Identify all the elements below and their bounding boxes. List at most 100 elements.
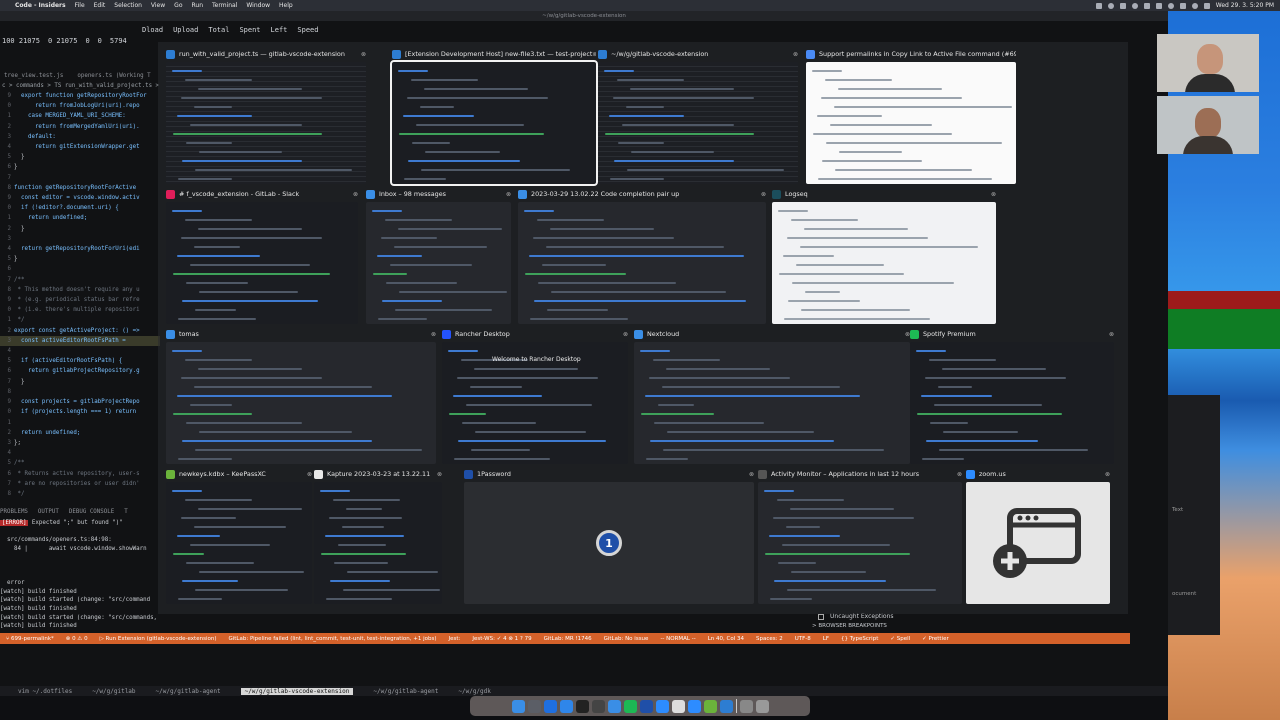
window-thumbnail[interactable]: run_with_valid_project.ts — gitlab-vscod… — [166, 48, 366, 184]
tab-terminal[interactable]: T — [124, 508, 128, 519]
code-line[interactable]: 0 return fromJobLogUri(uri).repo — [0, 101, 160, 111]
code-line[interactable]: 8 — [0, 387, 160, 397]
code-line[interactable]: 4 return getRepositoryRootForUri(edi — [0, 244, 160, 254]
finder-icon[interactable] — [511, 699, 525, 713]
app-icon[interactable] — [559, 699, 573, 713]
window-thumbnail[interactable]: # f_vscode_extension - GitLab - Slack ⊗ — [166, 188, 358, 324]
tmux-tab[interactable]: ~/w/g/gitlab-vscode-extension — [240, 687, 354, 695]
trash-icon[interactable] — [755, 699, 769, 713]
app-icon[interactable] — [655, 699, 669, 713]
tab-output[interactable]: OUTPUT — [38, 508, 59, 519]
close-window-icon[interactable]: ⊗ — [437, 471, 442, 478]
window-thumbnail[interactable]: Rancher Desktop ⊗ Welcome to Rancher Deskt… — [442, 328, 628, 464]
close-window-icon[interactable]: ⊗ — [623, 331, 628, 338]
wifi-icon[interactable] — [1167, 2, 1174, 9]
close-window-icon[interactable]: ⊗ — [431, 331, 436, 338]
close-window-icon[interactable]: ⊗ — [1109, 331, 1114, 338]
code-line[interactable]: 9 const projects = gitlabProjectRepo — [0, 397, 160, 407]
tab-problems[interactable]: PROBLEMS — [0, 508, 28, 519]
window-thumbnail[interactable]: newkeys.kdbx – KeePassXC ⊗ — [166, 468, 312, 604]
editor-tab[interactable]: openers.ts (Working T — [77, 71, 150, 81]
close-window-icon[interactable]: ⊗ — [307, 471, 312, 478]
window-thumbnail[interactable]: zoom.us ⊗ — [966, 468, 1110, 604]
menu-window[interactable]: Window — [246, 2, 270, 9]
code-line[interactable]: 5/** — [0, 458, 160, 468]
zoom-icon[interactable] — [687, 699, 701, 713]
window-thumbnail[interactable]: 1Password ⊗ 1 — [464, 468, 754, 604]
close-window-icon[interactable]: ⊗ — [957, 471, 962, 478]
close-window-icon[interactable]: ⊗ — [506, 191, 511, 198]
code-line[interactable]: 9 * (e.g. periodical status bar refre — [0, 295, 160, 305]
code-line[interactable]: 6 return gitlabProjectRepository.g — [0, 366, 160, 376]
code-line[interactable]: 3 — [0, 234, 160, 244]
app-menu[interactable]: Code - Insiders — [15, 2, 66, 9]
keepassxc-icon[interactable] — [703, 699, 717, 713]
code-line[interactable]: 4 — [0, 346, 160, 356]
window-thumbnail[interactable]: Kapture 2023-03-23 at 13.22.11 ⊗ — [314, 468, 442, 604]
menu-terminal[interactable]: Terminal — [212, 2, 237, 9]
code-line[interactable]: 5 } — [0, 152, 160, 162]
code-line[interactable]: 3 const activeEditorRootFsPath = — [0, 335, 160, 347]
code-line[interactable]: 1 case MERGED_YAML_URI_SCHEME: — [0, 111, 160, 121]
tmux-tab[interactable]: ~/w/g/gitlab — [92, 688, 135, 695]
code-line[interactable]: 8 function getRepositoryRootForActive — [0, 183, 160, 193]
status-item-icon[interactable] — [1131, 2, 1138, 9]
code-line[interactable]: 7/** — [0, 275, 160, 285]
code-line[interactable]: 3 default: — [0, 132, 160, 142]
window-thumbnail[interactable]: 2023-03-29 13.02.22 Code completion pair… — [518, 188, 766, 324]
control-center-icon[interactable] — [1203, 2, 1210, 9]
battery-icon[interactable] — [1179, 2, 1186, 9]
code-line[interactable]: 0 * (i.e. there's multiple repositori — [0, 305, 160, 315]
code-line[interactable]: 1 return undefined; — [0, 213, 160, 223]
status-item[interactable]: LF — [823, 636, 829, 642]
menu-help[interactable]: Help — [279, 2, 293, 9]
window-thumbnail[interactable]: ~/w/g/gitlab-vscode-extension ⊗ — [598, 48, 798, 184]
status-item-icon[interactable] — [1095, 2, 1102, 9]
status-item[interactable]: ✓ Prettier — [922, 636, 949, 642]
status-item[interactable]: Jest: — [449, 636, 461, 642]
code-line[interactable]: 0 if (!editor?.document.uri) { — [0, 203, 160, 213]
close-window-icon[interactable]: ⊗ — [1105, 471, 1110, 478]
menu-file[interactable]: File — [75, 2, 85, 9]
tab-debug-console[interactable]: DEBUG CONSOLE — [69, 508, 114, 519]
tmux-tab[interactable]: ~/w/g/gitlab-agent — [373, 688, 438, 695]
status-item[interactable]: ▷ Run Extension (gitlab-vscode-extension… — [100, 636, 217, 642]
code-line[interactable]: 1 */ — [0, 315, 160, 325]
status-item[interactable]: ⊗ 0 ⚠ 0 — [66, 636, 88, 642]
vscode-icon[interactable] — [719, 699, 733, 713]
code-line[interactable]: 6 * Returns active repository, user-s — [0, 469, 160, 479]
window-thumbnail[interactable]: tomas ⊗ — [166, 328, 436, 464]
window-thumbnail[interactable]: Nextcloud ⊗ — [634, 328, 910, 464]
code-line[interactable]: 7 * are no repositories or user didn' — [0, 479, 160, 489]
editor-tab[interactable]: tree_view.test.js — [4, 71, 63, 81]
status-item-icon[interactable] — [1143, 2, 1150, 9]
code-line[interactable]: 9 const editor = vscode.window.activ — [0, 193, 160, 203]
close-window-icon[interactable]: ⊗ — [761, 191, 766, 198]
close-window-icon[interactable]: ⊗ — [353, 191, 358, 198]
app-icon[interactable] — [543, 699, 557, 713]
code-line[interactable]: 3}; — [0, 438, 160, 448]
code-line[interactable]: 9 export function getRepositoryRootFor — [0, 91, 160, 101]
app-icon[interactable] — [607, 699, 621, 713]
tmux-tab[interactable]: ~/w/g/gitlab-agent — [156, 688, 221, 695]
status-item[interactable]: UTF-8 — [795, 636, 811, 642]
code-line[interactable]: 2 export const getActiveProject: () => — [0, 326, 160, 336]
code-line[interactable]: 6} — [0, 162, 160, 172]
close-window-icon[interactable]: ⊗ — [793, 51, 798, 58]
status-item[interactable]: GitLab: Pipeline failed (lint, lint_comm… — [228, 636, 436, 642]
1password-icon[interactable] — [639, 699, 653, 713]
close-window-icon[interactable]: ⊗ — [361, 51, 366, 58]
code-line[interactable]: 2 return undefined; — [0, 428, 160, 438]
code-line[interactable]: 7 — [0, 173, 160, 183]
window-thumbnail[interactable]: Logseq ⊗ — [772, 188, 996, 324]
status-item[interactable]: Spaces: 2 — [756, 636, 783, 642]
code-line[interactable]: 9export const getActiveProjectOrSelec — [0, 499, 160, 501]
menu-edit[interactable]: Edit — [94, 2, 106, 9]
menu-go[interactable]: Go — [174, 2, 182, 9]
folder-icon[interactable] — [739, 699, 753, 713]
app-icon[interactable] — [575, 699, 589, 713]
status-item-icon[interactable] — [1155, 2, 1162, 9]
menubar-clock[interactable]: Wed 29. 3. 5:20 PM — [1216, 2, 1274, 9]
window-thumbnail[interactable]: Activity Monitor – Applications in last … — [758, 468, 962, 604]
code-line[interactable]: 8 */ — [0, 489, 160, 499]
